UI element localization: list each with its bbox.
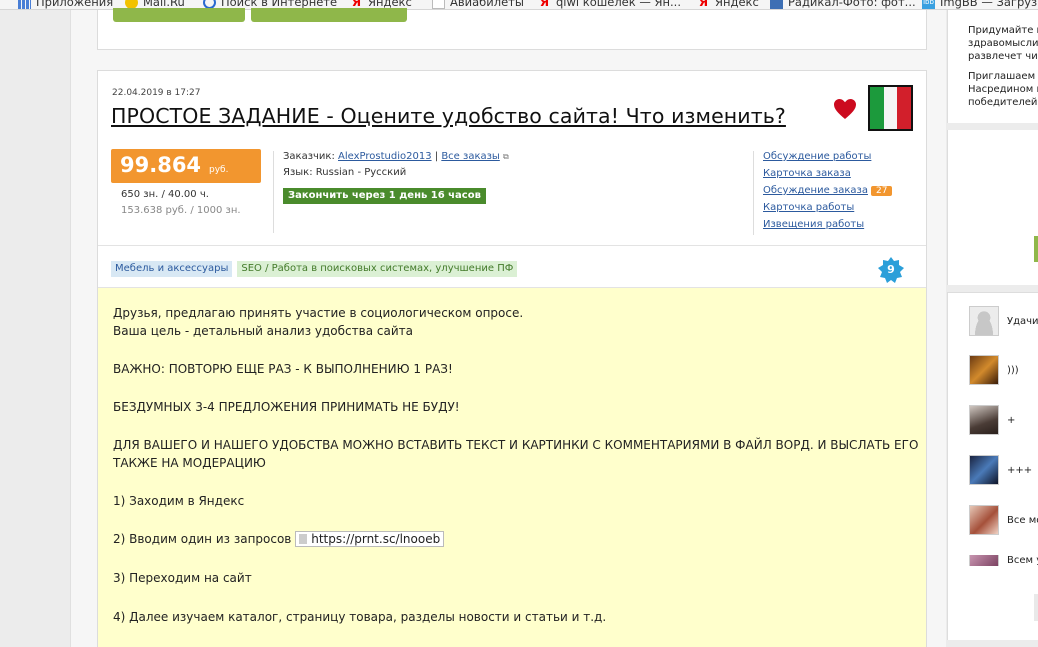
task-tags: Мебель и аксессуары SEO / Работа в поиск… [111,261,518,277]
heart-icon[interactable] [833,98,857,120]
sidebar-text: развлечет чит [968,51,1038,62]
task-rate: 153.638 руб. / 1000 зн. [121,205,241,216]
tag-furniture[interactable]: Мебель и аксессуары [111,261,233,277]
description-line: Друзья, предлагаю принять участие в соци… [113,306,524,320]
language-row: Язык: Russian - Русский [283,167,406,178]
task-volume: 650 зн. / 40.00 ч. [121,189,209,200]
sidebar-button[interactable] [1034,236,1038,262]
avatar [969,555,999,566]
description-line: Ваша цель - детальный анализ удобства са… [113,324,413,338]
sidebar-scroll-tab[interactable] [1034,594,1038,621]
apps-icon [18,0,31,9]
deadline-badge: Закончить через 1 день 16 часов [283,188,486,204]
bookmark-qiwi[interactable]: Яqiwi кошелек — Ян... [538,0,681,9]
sidebar-panel [947,130,1038,285]
list-item[interactable]: ))) [969,355,1019,385]
description-line: ТАКЖЕ НА МОДЕРАЦИЮ [113,456,266,470]
imgbb-icon: ibb [922,0,935,9]
external-link-icon: ⧉ [503,152,509,161]
description-line: ВАЖНО: ПОВТОРЮ ЕЩЕ РАЗ - К ВЫПОЛНЕНИЮ 1 … [113,362,453,376]
list-item[interactable]: Всем у [969,555,1038,566]
description-line: БЕЗДУМНЫХ 3-4 ПРЕДЛОЖЕНИЯ ПРИНИМАТЬ НЕ Б… [113,400,460,414]
bookmark-apps[interactable]: Приложения [18,0,113,9]
description-step: 4) Далее изучаем каталог, страницу товар… [113,610,607,624]
count-value: 9 [887,263,895,276]
previous-card-button[interactable] [251,8,407,22]
bookmark-imgbb[interactable]: ibb ImgBB — Загрузи [922,0,1038,9]
language-value: Russian - Русский [315,167,407,178]
avatar [969,455,999,485]
tag-seo[interactable]: SEO / Работа в поисковых системах, улучш… [237,261,518,277]
sidebar-text: победителей з [968,97,1038,108]
divider [753,151,754,235]
price-value: 99.864 [120,153,202,177]
list-item[interactable]: Все мо [969,505,1038,535]
divider [273,151,274,233]
customer-label: Заказчик: [283,151,335,162]
bookmark-avia[interactable]: Авиабилеты [432,0,524,9]
description-step: 1) Заходим в Яндекс [113,494,245,508]
all-orders-link[interactable]: Все заказы [441,151,500,162]
sidebar-comments: Удачи ))) + +++ Все мо Всем у [947,292,1038,640]
divider [98,245,926,246]
task-links: Обсуждение работы Карточка заказа Обсужд… [763,151,893,236]
work-discussion-link[interactable]: Обсуждение работы [763,151,892,168]
customer-row: Заказчик: AlexProstudio2013 | Все заказы… [283,151,509,162]
list-item[interactable]: Удачи [969,306,1038,336]
order-card-link[interactable]: Карточка заказа [763,168,892,185]
task-card: 22.04.2019 в 17:27 ПРОСТОЕ ЗАДАНИЕ - Оце… [97,70,927,647]
sidebar-text: Насредином н [968,84,1038,95]
count-badge: 9 [877,256,905,284]
radikal-icon [770,0,783,9]
sidebar-text: Приглашаем п [968,71,1038,82]
price-badge: 99.864 руб. [111,149,261,183]
avatar [969,505,999,535]
avatar [969,355,999,385]
description-line: ДЛЯ ВАШЕГО И НАШЕГО УДОБСТВА МОЖНО ВСТАВ… [113,438,919,452]
bookmark-yandex-2[interactable]: Я Яндекс [697,0,759,9]
document-icon [299,534,308,544]
italy-flag-avatar[interactable] [868,85,913,131]
previous-task-card [97,8,927,50]
language-label: Язык: [283,167,313,178]
sidebar-contest-block: Придумайте и здравомыслин развлечет чит … [947,10,1038,123]
task-date: 22.04.2019 в 17:27 [112,88,201,98]
description-step: 2) Вводим один из запросов https://prnt.… [113,531,445,547]
yandex-icon: Я [539,0,550,9]
task-title-link[interactable]: ПРОСТОЕ ЗАДАНИЕ - Оцените удобство сайта… [111,104,786,128]
previous-card-button[interactable] [113,8,245,22]
discussion-count-badge: 27 [870,186,893,196]
list-item[interactable]: + [969,405,1015,435]
list-item[interactable]: +++ [969,455,1032,485]
price-currency: руб. [209,165,229,175]
page-icon [432,0,445,9]
bookmark-radikal[interactable]: Радикал-Фото: фот... [770,0,916,9]
description-step: 3) Переходим на сайт [113,571,252,585]
task-description: Друзья, предлагаю принять участие в соци… [98,288,926,647]
yandex-icon: Я [698,0,709,9]
avatar [969,306,999,336]
screenshot-link[interactable]: https://prnt.sc/lnooeb [295,531,445,547]
sidebar-text: Придумайте и [968,25,1038,36]
order-discussion-link[interactable]: Обсуждение заказа 27 [763,185,893,202]
sidebar-text: здравомыслин [968,38,1038,49]
customer-link[interactable]: AlexProstudio2013 [338,151,432,162]
avatar [969,405,999,435]
work-notices-link[interactable]: Извещения работы [763,219,892,236]
work-card-link[interactable]: Карточка работы [763,202,892,219]
